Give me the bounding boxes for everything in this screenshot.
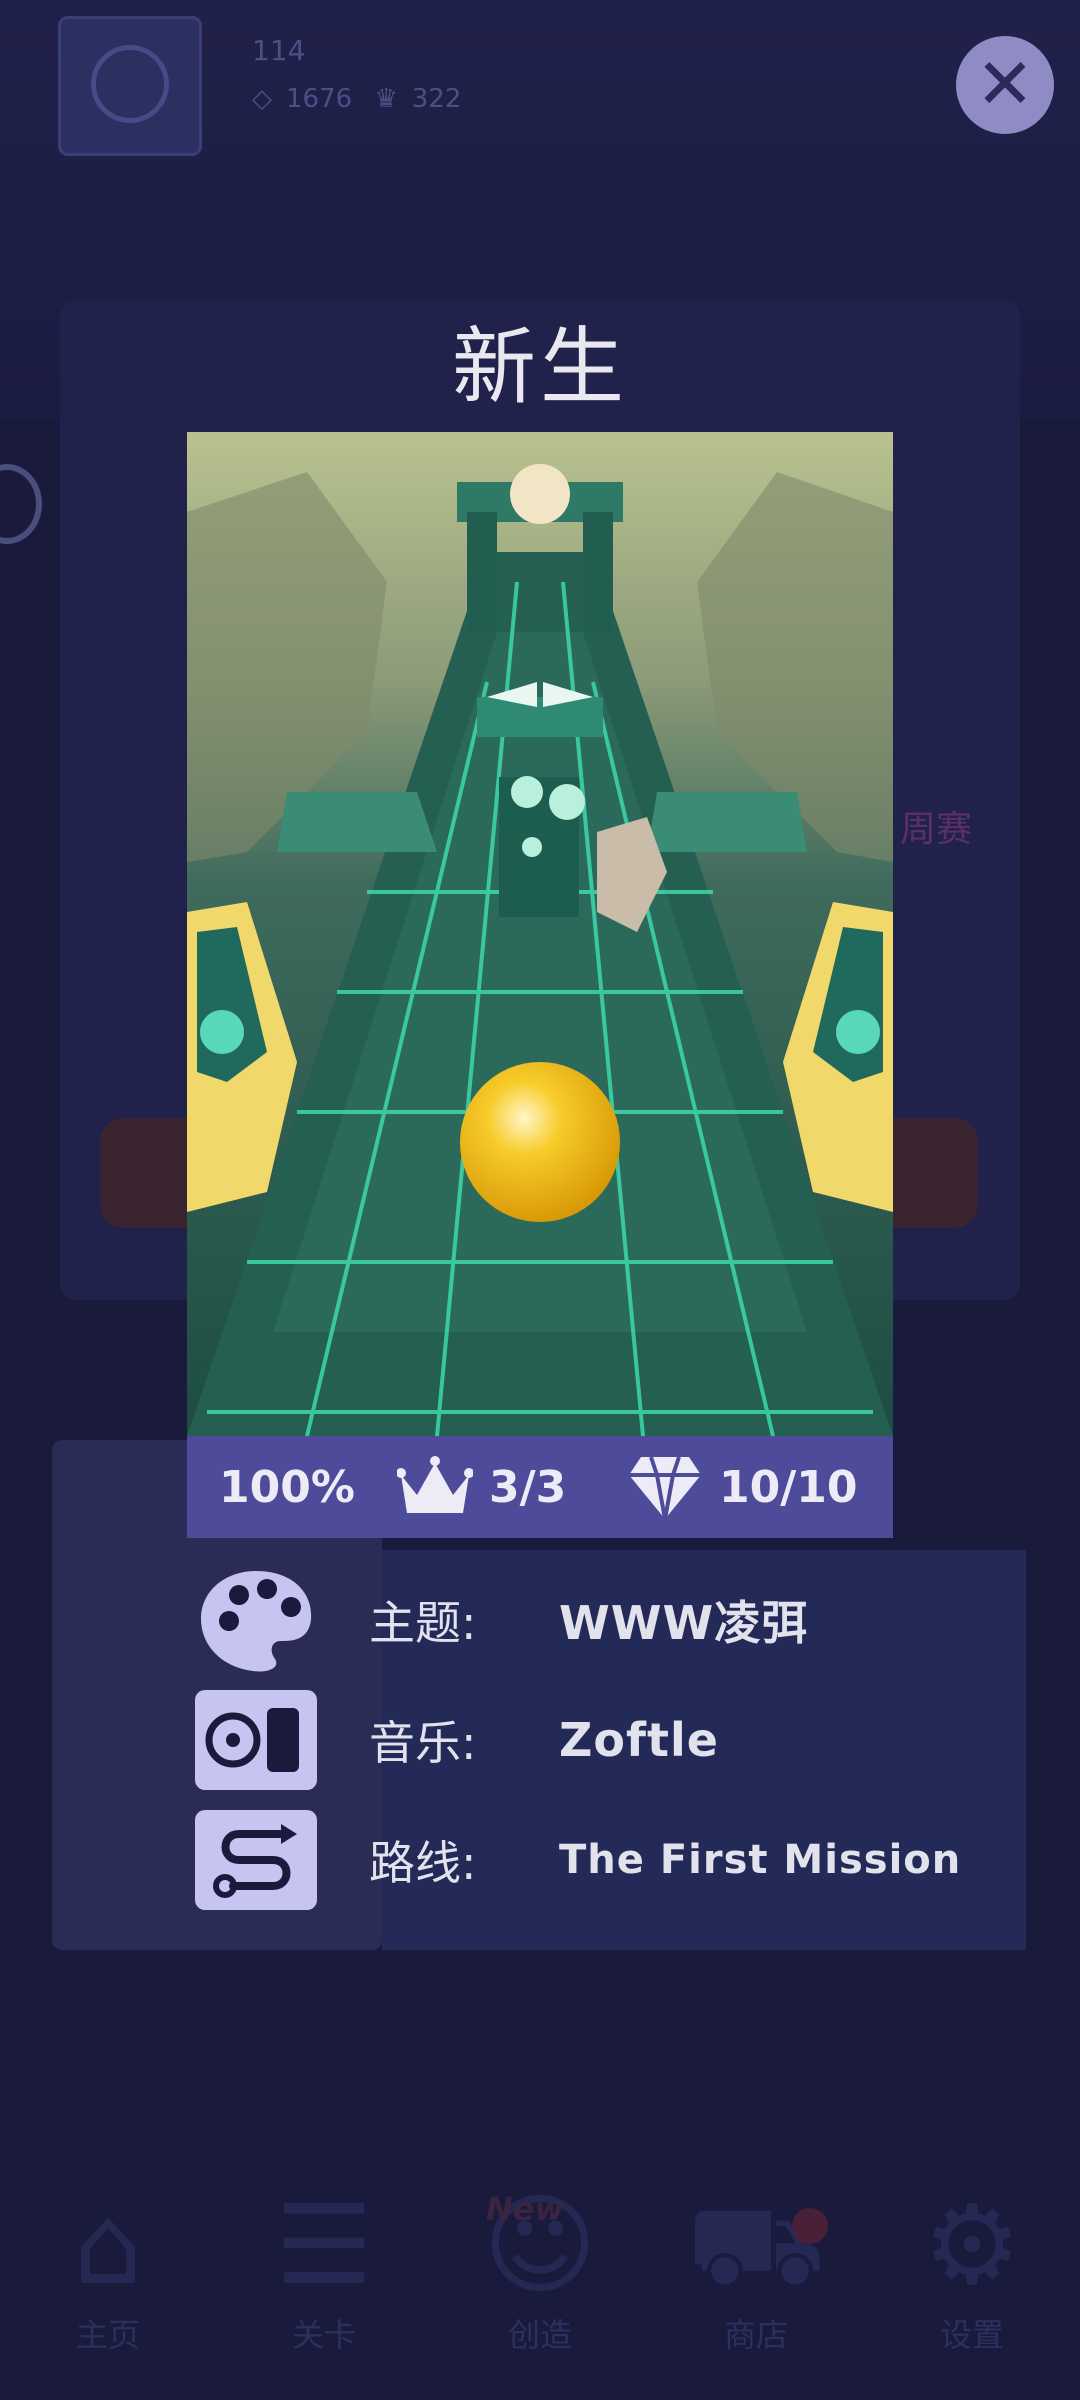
theme-label: 主题: [369, 1596, 477, 1650]
theme-value: WWW凌弭 [559, 1596, 809, 1650]
weekly-label: 周赛 [900, 809, 973, 850]
gem-stat: 10/10 [627, 1453, 858, 1521]
route-row: 路线: The First Mission [195, 1810, 961, 1910]
music-label: 音乐: [369, 1716, 477, 1770]
player-stats: ◇ 1676 ♛ 322 [252, 84, 475, 114]
route-label: 路线: [369, 1836, 477, 1890]
level-scene [187, 432, 893, 1436]
music-player-icon [195, 1690, 317, 1790]
notification-dot [792, 2208, 828, 2244]
music-row: 音乐: Zoftle [195, 1690, 719, 1790]
new-badge: New [486, 2190, 565, 2228]
level-preview-image[interactable] [187, 432, 893, 1436]
player-level: 114 [252, 34, 306, 67]
nav-home-label: 主页 [75, 2316, 140, 2354]
nav-settings-label: 设置 [939, 2316, 1004, 2354]
close-icon: ✕ [975, 43, 1035, 125]
player-crowns: 322 [411, 84, 462, 114]
crown-icon [397, 1456, 473, 1513]
nav-home: ⌂ 主页 [18, 2180, 198, 2356]
crown-count: 3/3 [489, 1461, 567, 1513]
level-title: 新生 [451, 318, 628, 416]
avatar-emblem-icon [91, 45, 169, 123]
list-icon: ☰ [274, 2181, 374, 2309]
level-stats-bar: 100% 3/3 10/10 [187, 1436, 893, 1538]
nav-levels: ☰ 关卡 [234, 2180, 414, 2356]
nav-settings: ⚙ 设置 [882, 2180, 1062, 2356]
music-value: Zoftle [559, 1713, 719, 1767]
nav-shop: ⛟ 商店 [666, 2180, 846, 2356]
side-character-icon [0, 464, 42, 544]
close-button[interactable]: ✕ [956, 36, 1054, 134]
crown-stat: 3/3 [397, 1455, 627, 1519]
gem-count: 10/10 [719, 1461, 858, 1513]
route-icon [195, 1810, 317, 1910]
gem-icon: ◇ [252, 84, 272, 114]
completion-stat: 100% [219, 1462, 397, 1513]
crown-icon: ♛ [374, 84, 398, 114]
gear-icon: ⚙ [922, 2181, 1022, 2309]
theme-row: 主题: WWW凌弭 [195, 1570, 809, 1672]
palette-icon [195, 1570, 317, 1672]
player-gems: 1676 [286, 84, 353, 114]
route-value: The First Mission [559, 1837, 962, 1883]
cart-icon: ⛟ [686, 2181, 826, 2309]
home-icon: ⌂ [73, 2181, 143, 2309]
nav-create-label: 创造 [507, 2316, 572, 2354]
player-ball [460, 1062, 620, 1222]
player-avatar [58, 16, 202, 156]
completion-percent: 100% [219, 1461, 355, 1513]
diamond-icon [629, 1456, 701, 1520]
nav-shop-label: 商店 [723, 2316, 788, 2354]
nav-levels-label: 关卡 [291, 2316, 356, 2354]
